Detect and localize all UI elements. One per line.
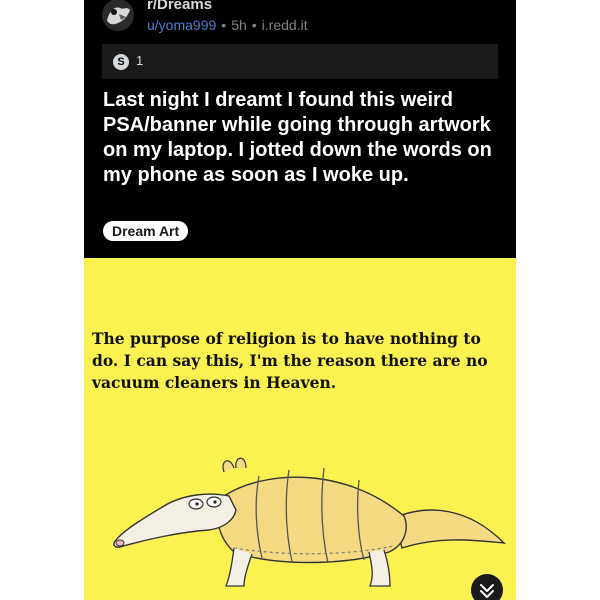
subreddit-name[interactable]: r/Dreams	[147, 0, 212, 13]
post-flair[interactable]: Dream Art	[103, 221, 189, 241]
post-image[interactable]: The purpose of religion is to have nothi…	[84, 258, 516, 600]
post-age: 5h	[231, 17, 247, 33]
post-meta: u/yoma999 • 5h • i.redd.it	[147, 17, 308, 33]
meta-separator: •	[251, 17, 257, 33]
anteater-drawing	[113, 457, 506, 587]
meta-separator: •	[221, 17, 227, 33]
post-title[interactable]: Last night I dreamt I found this weird P…	[103, 88, 498, 188]
post-domain[interactable]: i.redd.it	[262, 17, 308, 33]
image-quote-text: The purpose of religion is to have nothi…	[92, 329, 488, 392]
subreddit-avatar-icon[interactable]	[101, 0, 135, 32]
award-icon: S	[113, 54, 129, 70]
chevron-down-icon[interactable]	[471, 574, 503, 600]
awards-bar[interactable]: S 1	[102, 44, 498, 79]
username-link[interactable]: u/yoma999	[147, 17, 216, 33]
award-count: 1	[136, 53, 144, 68]
post-header: r/Dreams u/yoma999 • 5h • i.redd.it S 1 Last…	[84, 0, 516, 258]
